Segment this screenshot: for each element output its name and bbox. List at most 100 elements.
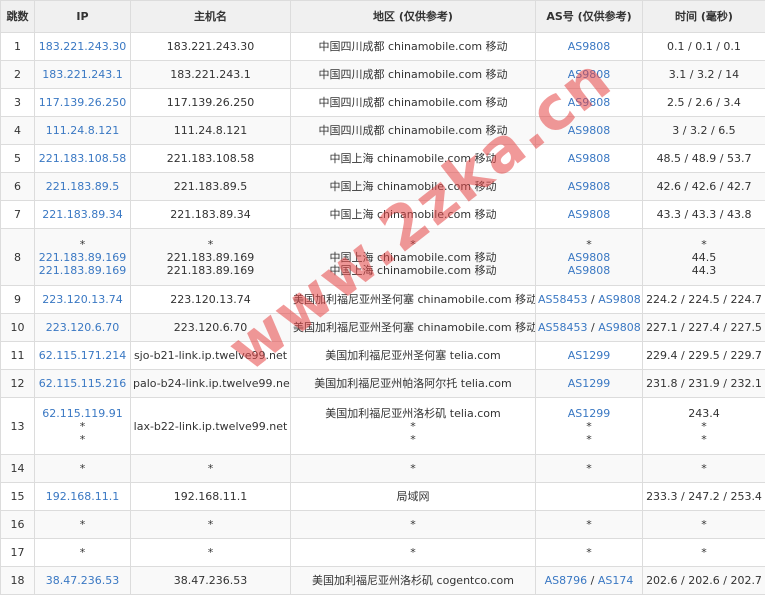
hop-number: 13 (10, 419, 25, 433)
time-cell: 2.5 / 2.6 / 3.4 (642, 88, 765, 117)
hostname-cell: 111.24.8.121 (130, 116, 291, 145)
hostname-text: 117.139.26.250 (166, 96, 255, 109)
as-line: AS1299 (538, 349, 640, 362)
as-line: * (538, 546, 640, 559)
region-cell: 中国四川成都 chinamobile.com 移动 (290, 116, 536, 145)
time-text: * (701, 237, 707, 251)
time-text: 229.4 / 229.5 / 229.7 (646, 349, 762, 362)
ip-cell: 183.221.243.30 (34, 32, 131, 61)
as-link[interactable]: AS9808 (568, 124, 611, 137)
as-line: AS1299 (538, 407, 640, 420)
time-cell: * 44.5 44.3 (642, 228, 765, 286)
as-cell (535, 482, 643, 511)
ip-link[interactable]: 183.221.243.1 (37, 68, 128, 81)
ip-link[interactable]: 221.183.89.169 (37, 264, 128, 277)
hop-cell: 17 (0, 538, 35, 567)
time-cell: 231.8 / 231.9 / 232.1 (642, 369, 765, 398)
hop-cell: 9 (0, 285, 35, 314)
as-link[interactable]: AS9808 (568, 40, 611, 53)
time-cell: * (642, 538, 765, 567)
region-cell: 美国加利福尼亚州圣何塞 telia.com (290, 341, 536, 370)
ip-cell: * (34, 538, 131, 567)
as-link[interactable]: AS9808 (568, 208, 611, 221)
hop-number: 7 (14, 208, 21, 221)
table-row: 16 * * * * * (0, 510, 765, 539)
ip-link[interactable]: 62.115.119.91 (37, 407, 128, 420)
hostname-text: * (207, 237, 214, 251)
as-separator: / (587, 293, 599, 306)
time-cell: 3.1 / 3.2 / 14 (642, 60, 765, 89)
hostname-cell: * 221.183.89.169 221.183.89.169 (130, 228, 291, 286)
as-link[interactable]: AS58453 (538, 321, 588, 334)
as-line: AS9808 (538, 208, 640, 221)
column-header-hostname: 主机名 (130, 0, 291, 33)
time-text: 202.6 / 202.6 / 202.7 (646, 574, 762, 587)
as-link[interactable]: AS9808 (568, 68, 611, 81)
as-link[interactable]: AS1299 (568, 377, 611, 390)
region-text: 美国加利福尼亚州帕洛阿尔托 telia.com (314, 377, 512, 390)
time-cell: 227.1 / 227.4 / 227.5 (642, 313, 765, 342)
ip-cell: 192.168.11.1 (34, 482, 131, 511)
time-cell: 42.6 / 42.6 / 42.7 (642, 172, 765, 201)
region-cell: * (290, 510, 536, 539)
table-row: 3 117.139.26.250 117.139.26.250 中国四川成都 chin… (0, 88, 765, 117)
ip-link[interactable]: 183.221.243.30 (37, 40, 128, 53)
region-cell: * 中国上海 chinamobile.com 移动 中国上海 chinamobile… (290, 228, 536, 286)
as-separator: / (587, 321, 599, 334)
ip-link[interactable]: 223.120.6.70 (37, 321, 128, 334)
ip-link: * (79, 518, 86, 531)
as-link[interactable]: AS8796 (545, 574, 588, 587)
hop-cell: 4 (0, 116, 35, 145)
ip-link[interactable]: 221.183.89.34 (37, 208, 128, 221)
ip-link[interactable]: 192.168.11.1 (37, 490, 128, 503)
as-cell: AS9808 (535, 200, 643, 229)
hop-cell: 2 (0, 60, 35, 89)
hop-number: 11 (10, 349, 25, 362)
table-row: 11 62.115.171.214 sjo-b21-link.ip.twelve99… (0, 341, 765, 370)
hop-cell: 13 (0, 397, 35, 455)
hostname-text: 221.183.89.169 (166, 250, 255, 264)
ip-link[interactable]: 117.139.26.250 (37, 96, 128, 109)
region-text: 中国上海 chinamobile.com 移动 (329, 263, 497, 277)
table-body: 1 183.221.243.30 183.221.243.30 中国四川成都 chin… (0, 32, 765, 595)
ip-cell: * (34, 454, 131, 483)
as-link[interactable]: AS9808 (568, 152, 611, 165)
ip-cell: 183.221.243.1 (34, 60, 131, 89)
time-cell: 3 / 3.2 / 6.5 (642, 116, 765, 145)
hostname-text: 221.183.108.58 (166, 152, 255, 165)
as-cell: AS1299 (535, 369, 643, 398)
as-cell: AS9808 (535, 32, 643, 61)
hostname-cell: 38.47.236.53 (130, 566, 291, 595)
as-link: * (586, 462, 592, 475)
as-link[interactable]: AS9808 (598, 293, 641, 306)
hostname-text: sjo-b21-link.ip.twelve99.net (133, 349, 288, 362)
ip-link[interactable]: 38.47.236.53 (37, 574, 128, 587)
as-link[interactable]: AS174 (598, 574, 634, 587)
ip-link[interactable]: 221.183.108.58 (37, 152, 128, 165)
as-link[interactable]: AS1299 (568, 407, 611, 420)
as-link[interactable]: AS9808 (568, 180, 611, 193)
hop-number: 2 (14, 68, 21, 81)
hostname-text: 183.221.243.1 (170, 68, 251, 81)
hop-cell: 11 (0, 341, 35, 370)
as-link: * (586, 237, 592, 251)
hostname-text: lax-b22-link.ip.twelve99.net (133, 419, 288, 433)
as-link[interactable]: AS9808 (598, 321, 641, 334)
hop-number: 16 (10, 518, 25, 531)
ip-link[interactable]: 62.115.171.214 (37, 349, 128, 362)
hostname-text: 223.120.13.74 (170, 293, 251, 306)
as-link[interactable]: AS9808 (568, 96, 611, 109)
time-text: 42.6 / 42.6 / 42.7 (656, 180, 752, 193)
as-link[interactable]: AS1299 (568, 349, 611, 362)
ip-link[interactable]: 221.183.89.169 (37, 251, 128, 264)
region-text: 中国四川成都 chinamobile.com 移动 (318, 40, 508, 53)
as-link[interactable]: AS9808 (568, 264, 611, 277)
ip-link[interactable]: 223.120.13.74 (37, 293, 128, 306)
time-text: * (701, 518, 707, 531)
ip-link[interactable]: 111.24.8.121 (37, 124, 128, 137)
time-text: 224.2 / 224.5 / 224.7 (646, 293, 762, 306)
ip-link[interactable]: 62.115.115.216 (37, 377, 128, 390)
ip-link[interactable]: 221.183.89.5 (37, 180, 128, 193)
as-link[interactable]: AS58453 (538, 293, 588, 306)
as-link[interactable]: AS9808 (568, 251, 611, 264)
